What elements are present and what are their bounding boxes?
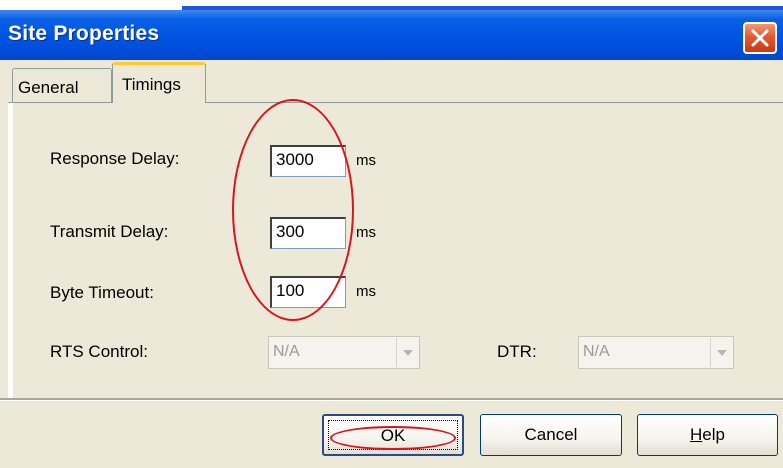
ok-button-label: OK (380, 426, 406, 445)
transmit-delay-unit: ms (356, 224, 376, 241)
window-title: Site Properties (8, 22, 160, 45)
rts-control-label: RTS Control: (50, 342, 148, 361)
chevron-down-icon (717, 350, 727, 356)
byte-timeout-unit: ms (356, 283, 376, 300)
transmit-delay-input[interactable]: 300 (270, 217, 346, 249)
tab-general-label: General (18, 78, 79, 97)
dtr-select[interactable]: N/A (578, 336, 734, 369)
dtr-value: N/A (583, 343, 610, 360)
help-button[interactable]: Help (637, 414, 778, 456)
rts-control-select[interactable]: N/A (268, 336, 420, 369)
site-properties-dialog: Site Properties General Timings Response… (0, 10, 783, 468)
response-delay-unit: ms (356, 152, 376, 169)
ok-button[interactable]: OK (322, 414, 464, 456)
chevron-down-icon (403, 350, 413, 356)
cancel-button-label: Cancel (524, 425, 578, 444)
cancel-button[interactable]: Cancel (480, 414, 622, 456)
close-button[interactable] (743, 22, 777, 54)
byte-timeout-label: Byte Timeout: (50, 283, 154, 302)
panel-highlight (9, 103, 13, 398)
tab-timings-label: Timings (122, 75, 181, 94)
tab-timings[interactable]: Timings (112, 62, 206, 103)
close-icon (751, 29, 769, 47)
help-button-label: Help (690, 425, 725, 444)
byte-timeout-input[interactable]: 100 (270, 276, 346, 308)
dtr-dropdown-button[interactable] (710, 338, 732, 367)
response-delay-input[interactable]: 3000 (270, 145, 346, 177)
background-strip (0, 0, 783, 10)
footer-separator (0, 398, 783, 401)
response-delay-label: Response Delay: (50, 149, 180, 168)
dtr-label: DTR: (497, 342, 537, 361)
rts-control-dropdown-button[interactable] (396, 338, 418, 367)
tab-strip: General Timings (0, 60, 783, 103)
transmit-delay-label: Transmit Delay: (50, 222, 169, 241)
tab-general[interactable]: General (12, 68, 112, 102)
title-bar[interactable]: Site Properties (0, 10, 783, 60)
rts-control-value: N/A (273, 343, 300, 360)
